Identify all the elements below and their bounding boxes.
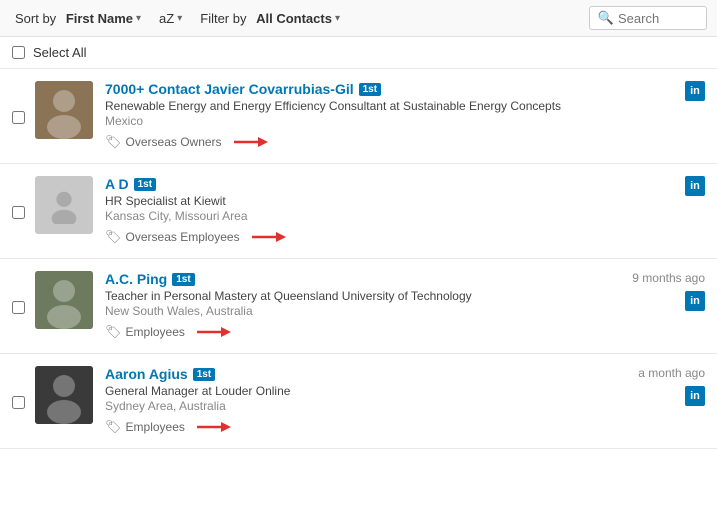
contact-info-1: A D 1st HR Specialist at Kiewit Kansas C… <box>105 176 605 246</box>
filter-value: All Contacts <box>256 11 332 26</box>
contact-name-link[interactable]: 7000+ Contact Javier Covarrubias-Gil <box>105 81 354 97</box>
contact-right-0: in <box>605 81 705 101</box>
select-all-checkbox[interactable] <box>12 46 25 59</box>
tag-label[interactable]: Employees <box>126 325 185 339</box>
contact-avatar-2 <box>35 271 93 329</box>
degree-badge: 1st <box>134 178 156 191</box>
search-box: 🔍 <box>589 6 707 30</box>
search-input[interactable] <box>618 11 698 26</box>
tag-icon: 🏷 <box>105 324 122 340</box>
contact-item: Aaron Agius 1st General Manager at Loude… <box>0 354 717 449</box>
arrow-indicator <box>195 418 231 436</box>
contact-location: New South Wales, Australia <box>105 304 605 318</box>
contact-title: HR Specialist at Kiewit <box>105 194 605 208</box>
contact-right-2: 9 months ago in <box>605 271 705 311</box>
contact-location: Mexico <box>105 114 605 128</box>
contact-title: Teacher in Personal Mastery at Queenslan… <box>105 289 605 303</box>
tag-row: 🏷 Overseas Owners <box>105 133 605 151</box>
filter-button[interactable]: Filter by All Contacts ▾ <box>195 8 345 29</box>
tag-label[interactable]: Overseas Employees <box>126 230 240 244</box>
contact-title: General Manager at Louder Online <box>105 384 605 398</box>
tag-icon: 🏷 <box>105 229 122 245</box>
contact-item: A.C. Ping 1st Teacher in Personal Master… <box>0 259 717 354</box>
contact-name-link[interactable]: A D <box>105 176 129 192</box>
contact-item: 7000+ Contact Javier Covarrubias-Gil 1st… <box>0 69 717 164</box>
contact-name-row: A.C. Ping 1st <box>105 271 605 287</box>
contact-checkbox-1[interactable] <box>12 206 25 222</box>
contact-info-3: Aaron Agius 1st General Manager at Loude… <box>105 366 605 436</box>
contact-avatar-1 <box>35 176 93 234</box>
tag-icon: 🏷 <box>105 419 122 435</box>
contact-checkbox-0[interactable] <box>12 111 25 127</box>
contact-location: Sydney Area, Australia <box>105 399 605 413</box>
filter-label: Filter by <box>200 11 246 26</box>
sort-chevron-icon: ▾ <box>136 13 141 24</box>
degree-badge: 1st <box>359 83 381 96</box>
contact-select-2[interactable] <box>12 301 25 314</box>
time-ago: 9 months ago <box>632 271 705 285</box>
arrow-indicator <box>250 228 286 246</box>
contact-item: A D 1st HR Specialist at Kiewit Kansas C… <box>0 164 717 259</box>
sort-field: First Name <box>66 11 133 26</box>
contact-checkbox-3[interactable] <box>12 396 25 412</box>
toolbar: Sort by First Name ▾ aZ ▾ Filter by All … <box>0 0 717 37</box>
contact-name-row: A D 1st <box>105 176 605 192</box>
time-ago: a month ago <box>638 366 705 380</box>
linkedin-icon[interactable]: in <box>685 176 705 196</box>
contact-info-2: A.C. Ping 1st Teacher in Personal Master… <box>105 271 605 341</box>
contact-name-link[interactable]: A.C. Ping <box>105 271 167 287</box>
linkedin-icon[interactable]: in <box>685 291 705 311</box>
select-all-label: Select All <box>33 45 86 60</box>
contact-avatar-0 <box>35 81 93 139</box>
contact-select-0[interactable] <box>12 111 25 124</box>
search-icon: 🔍 <box>598 10 614 26</box>
tag-row: 🏷 Employees <box>105 418 605 436</box>
sort-button[interactable]: Sort by First Name ▾ <box>10 8 146 29</box>
degree-badge: 1st <box>172 273 194 286</box>
sort-direction-button[interactable]: aZ ▾ <box>154 8 187 29</box>
contact-select-3[interactable] <box>12 396 25 409</box>
select-all-row: Select All <box>0 37 717 69</box>
contact-location: Kansas City, Missouri Area <box>105 209 605 223</box>
sort-direction: aZ <box>159 11 174 26</box>
tag-label[interactable]: Overseas Owners <box>126 135 222 149</box>
contact-title: Renewable Energy and Energy Efficiency C… <box>105 99 605 113</box>
contact-right-3: a month ago in <box>605 366 705 406</box>
tag-label[interactable]: Employees <box>126 420 185 434</box>
degree-badge: 1st <box>193 368 215 381</box>
contact-name-row: 7000+ Contact Javier Covarrubias-Gil 1st <box>105 81 605 97</box>
sort-dir-chevron-icon: ▾ <box>177 13 182 24</box>
contact-name-row: Aaron Agius 1st <box>105 366 605 382</box>
contact-checkbox-2[interactable] <box>12 301 25 317</box>
contact-select-1[interactable] <box>12 206 25 219</box>
contact-right-1: in <box>605 176 705 196</box>
linkedin-icon[interactable]: in <box>685 386 705 406</box>
tag-row: 🏷 Employees <box>105 323 605 341</box>
contact-name-link[interactable]: Aaron Agius <box>105 366 188 382</box>
contact-info-0: 7000+ Contact Javier Covarrubias-Gil 1st… <box>105 81 605 151</box>
tag-row: 🏷 Overseas Employees <box>105 228 605 246</box>
linkedin-icon[interactable]: in <box>685 81 705 101</box>
arrow-indicator <box>195 323 231 341</box>
tag-icon: 🏷 <box>105 134 122 150</box>
filter-chevron-icon: ▾ <box>335 13 340 24</box>
contact-avatar-3 <box>35 366 93 424</box>
contact-list: 7000+ Contact Javier Covarrubias-Gil 1st… <box>0 69 717 449</box>
arrow-indicator <box>232 133 268 151</box>
sort-label: Sort by <box>15 11 56 26</box>
